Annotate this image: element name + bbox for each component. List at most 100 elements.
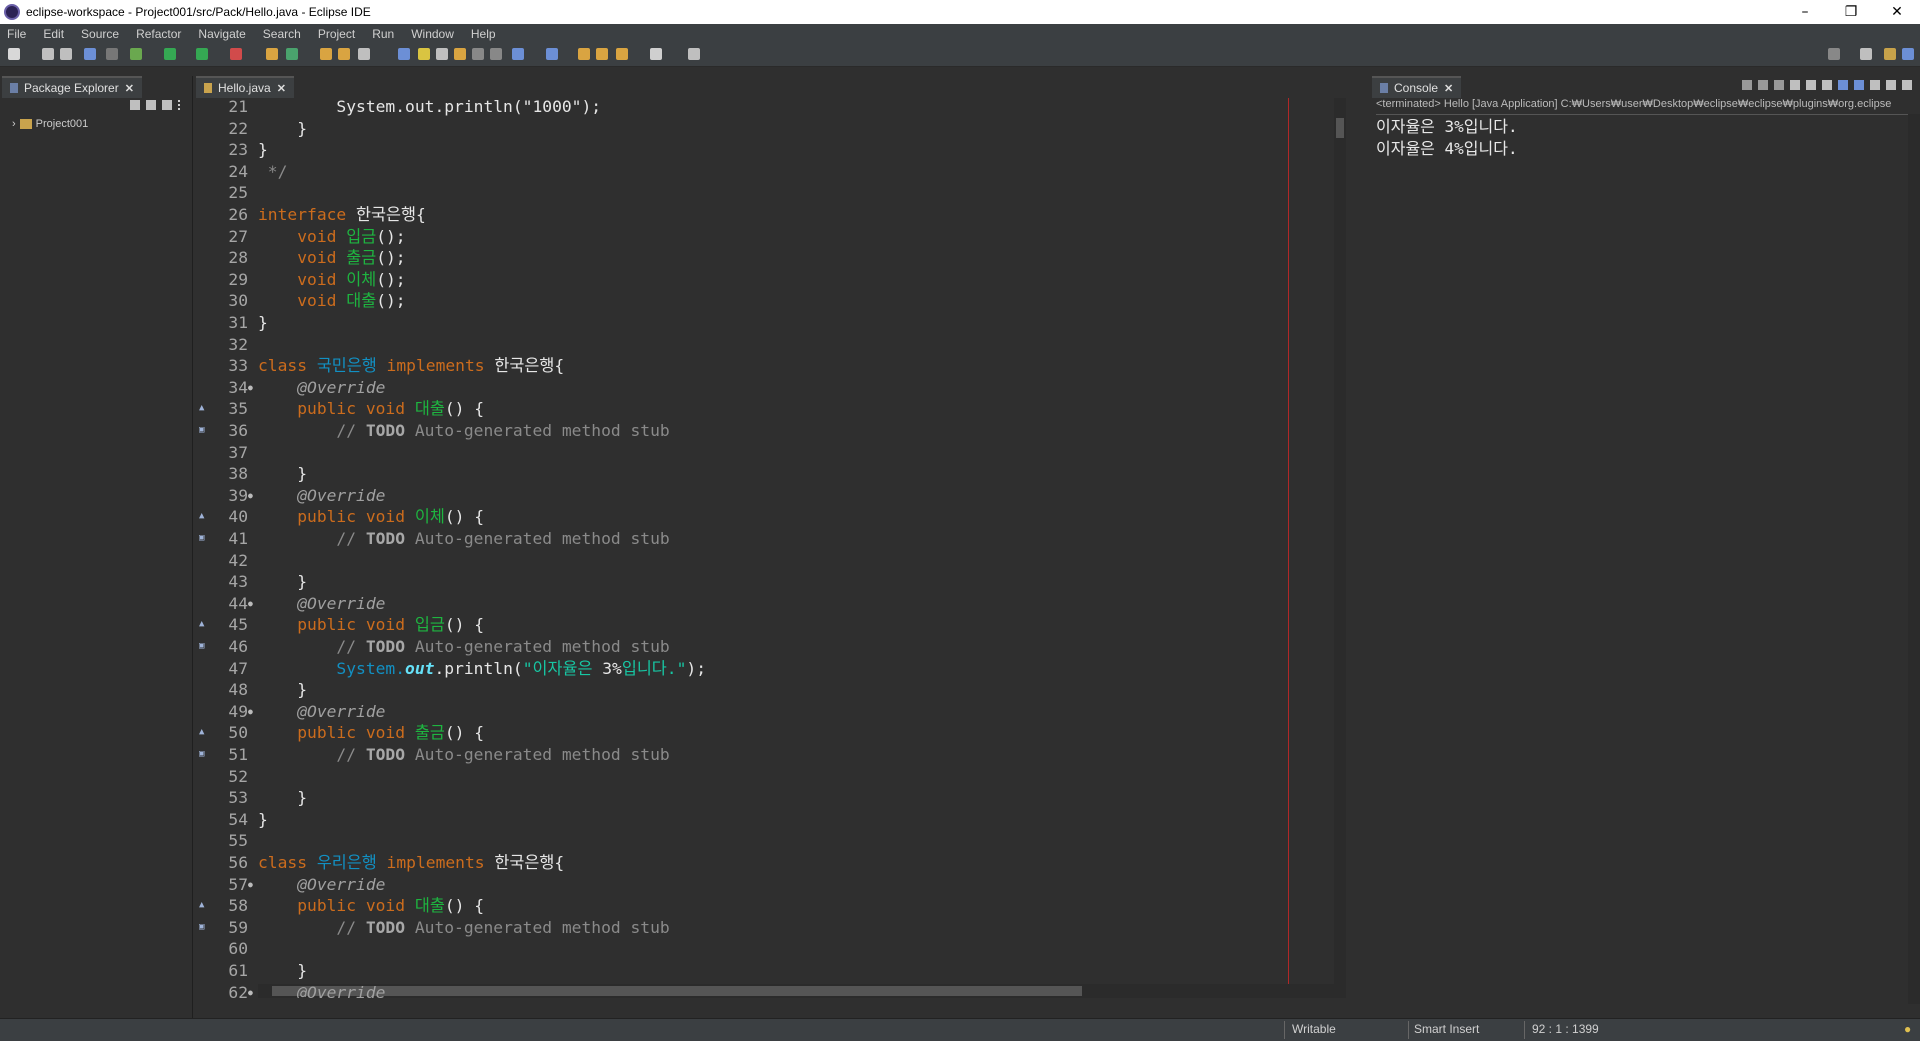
fold-toggle-icon[interactable]: ● bbox=[248, 874, 253, 895]
code-line[interactable]: 53 } bbox=[196, 787, 1336, 808]
menu-help[interactable]: Help bbox=[464, 27, 506, 41]
code-line[interactable]: ▣ 59 // TODO Auto-generated method stub bbox=[196, 917, 1336, 938]
terminal-icon[interactable] bbox=[84, 48, 96, 60]
restore-button[interactable]: ❐ bbox=[1828, 0, 1874, 24]
menu-search[interactable]: Search bbox=[256, 27, 311, 41]
open-perspective-icon[interactable] bbox=[1860, 48, 1872, 60]
pin-editor-icon[interactable] bbox=[688, 48, 700, 60]
pilcrow-icon[interactable] bbox=[490, 48, 502, 60]
code-line[interactable]: 25 bbox=[196, 182, 1336, 203]
code-line[interactable]: 39 ● @Override bbox=[196, 485, 1336, 506]
prev-annotation-icon[interactable] bbox=[546, 48, 558, 60]
forward-icon[interactable] bbox=[650, 48, 662, 60]
show-whitespace-icon[interactable] bbox=[472, 48, 484, 60]
code-line[interactable]: 42 bbox=[196, 550, 1336, 571]
code-line[interactable]: 33 class 국민은행 implements 한국은행{ bbox=[196, 355, 1336, 376]
code-line[interactable]: 30 void 대출(); bbox=[196, 290, 1336, 311]
menu-source[interactable]: Source bbox=[74, 27, 129, 41]
code-line[interactable]: 22 } bbox=[196, 118, 1336, 139]
java-perspective-icon[interactable] bbox=[1884, 48, 1896, 60]
tab-hello-java[interactable]: Hello.java ✕ bbox=[196, 76, 294, 98]
fold-toggle-icon[interactable]: ● bbox=[248, 377, 253, 398]
word-wrap-icon[interactable] bbox=[454, 48, 466, 60]
back-icon[interactable] bbox=[616, 48, 628, 60]
toggle-mark-icon[interactable] bbox=[398, 48, 410, 60]
show-on-error-icon[interactable] bbox=[1854, 80, 1864, 90]
code-line[interactable]: 38 } bbox=[196, 463, 1336, 484]
last-edit-icon[interactable] bbox=[578, 48, 590, 60]
clear-console-icon[interactable] bbox=[1790, 80, 1800, 90]
scroll-lock-icon[interactable] bbox=[1806, 80, 1816, 90]
code-line[interactable]: ▲ 50 public void 출금() { bbox=[196, 722, 1336, 743]
open-type-icon[interactable] bbox=[320, 48, 332, 60]
menu-window[interactable]: Window bbox=[404, 27, 464, 41]
console-output[interactable]: 이자율은 3%입니다. 이자율은 4%입니다. bbox=[1376, 116, 1518, 160]
code-line[interactable]: ▣ 41 // TODO Auto-generated method stub bbox=[196, 528, 1336, 549]
tab-package-explorer[interactable]: Package Explorer ✕ bbox=[2, 76, 142, 98]
skip-breakpoints-icon[interactable] bbox=[106, 48, 118, 60]
code-line[interactable]: 43 } bbox=[196, 571, 1336, 592]
close-icon[interactable]: ✕ bbox=[1444, 82, 1453, 95]
debug-icon[interactable] bbox=[130, 48, 142, 60]
search-tool-icon[interactable] bbox=[358, 48, 370, 60]
link-with-editor-icon[interactable] bbox=[146, 100, 156, 110]
code-line[interactable]: 48 } bbox=[196, 679, 1336, 700]
code-line[interactable]: 21 System.out.println("1000"); bbox=[196, 98, 1336, 117]
view-menu-icon[interactable] bbox=[178, 100, 184, 110]
code-line[interactable]: 37 bbox=[196, 442, 1336, 463]
code-line[interactable]: 62 ● @Override bbox=[196, 982, 1336, 998]
code-line[interactable]: 44 ● @Override bbox=[196, 593, 1336, 614]
debug-perspective-icon[interactable] bbox=[1902, 48, 1914, 60]
save-icon[interactable] bbox=[42, 48, 54, 60]
close-button[interactable]: ✕ bbox=[1874, 0, 1920, 24]
minimize-button[interactable]: – bbox=[1782, 0, 1828, 24]
code-line[interactable]: ▣ 46 // TODO Auto-generated method stub bbox=[196, 636, 1336, 657]
forward-history-icon[interactable] bbox=[596, 48, 608, 60]
code-line[interactable]: 60 bbox=[196, 938, 1336, 959]
new-package-icon[interactable] bbox=[286, 48, 298, 60]
code-line[interactable]: 31} bbox=[196, 312, 1336, 333]
code-line[interactable]: ▲ 35 public void 대출() { bbox=[196, 398, 1336, 419]
code-line[interactable]: 47 System.out.println("이자율은 3%입니다."); bbox=[196, 658, 1336, 679]
code-line[interactable]: 56 class 우리은행 implements 한국은행{ bbox=[196, 852, 1336, 873]
menu-file[interactable]: File bbox=[0, 27, 36, 41]
code-line[interactable]: 28 void 출금(); bbox=[196, 247, 1336, 268]
external-tools-icon[interactable] bbox=[230, 48, 242, 60]
status-cursor-position[interactable]: 92 : 1 : 1399 bbox=[1532, 1022, 1599, 1036]
menu-navigate[interactable]: Navigate bbox=[191, 27, 255, 41]
menu-run[interactable]: Run bbox=[365, 27, 404, 41]
scrollbar-thumb[interactable] bbox=[1336, 118, 1344, 138]
code-line[interactable]: 57 ● @Override bbox=[196, 874, 1336, 895]
expand-chevron-icon[interactable]: › bbox=[12, 118, 16, 130]
remove-launch-icon[interactable] bbox=[1758, 80, 1768, 90]
code-line[interactable]: ▲ 45 public void 입금() { bbox=[196, 614, 1336, 635]
focus-icon[interactable] bbox=[162, 100, 172, 110]
collapse-all-icon[interactable] bbox=[130, 100, 140, 110]
fold-toggle-icon[interactable]: ● bbox=[248, 593, 253, 614]
close-icon[interactable]: ✕ bbox=[125, 82, 134, 95]
console-scrollbar[interactable] bbox=[1908, 114, 1920, 1004]
code-line[interactable]: ▲ 58 public void 대출() { bbox=[196, 895, 1336, 916]
menu-refactor[interactable]: Refactor bbox=[129, 27, 191, 41]
code-area[interactable]: 21 System.out.println("1000"); 22 } 23} 24 … bbox=[196, 98, 1346, 998]
tree-item-project001[interactable]: › Project001 bbox=[12, 118, 88, 130]
code-line[interactable]: 34 ● @Override bbox=[196, 377, 1336, 398]
fold-toggle-icon[interactable]: ● bbox=[248, 701, 253, 722]
close-icon[interactable]: ✕ bbox=[277, 82, 286, 95]
new-java-project-icon[interactable] bbox=[266, 48, 278, 60]
tip-lightbulb-icon[interactable]: ● bbox=[1904, 1022, 1911, 1036]
highlight-icon[interactable] bbox=[418, 48, 430, 60]
show-on-output-icon[interactable] bbox=[1838, 80, 1848, 90]
code-line[interactable]: 52 bbox=[196, 766, 1336, 787]
tab-console[interactable]: Console ✕ bbox=[1372, 76, 1462, 98]
save-all-icon[interactable] bbox=[60, 48, 72, 60]
code-line[interactable]: 32 bbox=[196, 334, 1336, 355]
code-line[interactable]: 24 */ bbox=[196, 161, 1336, 182]
code-line[interactable]: 61 } bbox=[196, 960, 1336, 981]
run-icon[interactable] bbox=[164, 48, 176, 60]
remove-all-icon[interactable] bbox=[1774, 80, 1784, 90]
new-icon[interactable] bbox=[8, 48, 20, 60]
code-line[interactable]: 55 bbox=[196, 830, 1336, 851]
code-line[interactable]: 27 void 입금(); bbox=[196, 226, 1336, 247]
search-icon[interactable] bbox=[1828, 48, 1840, 60]
